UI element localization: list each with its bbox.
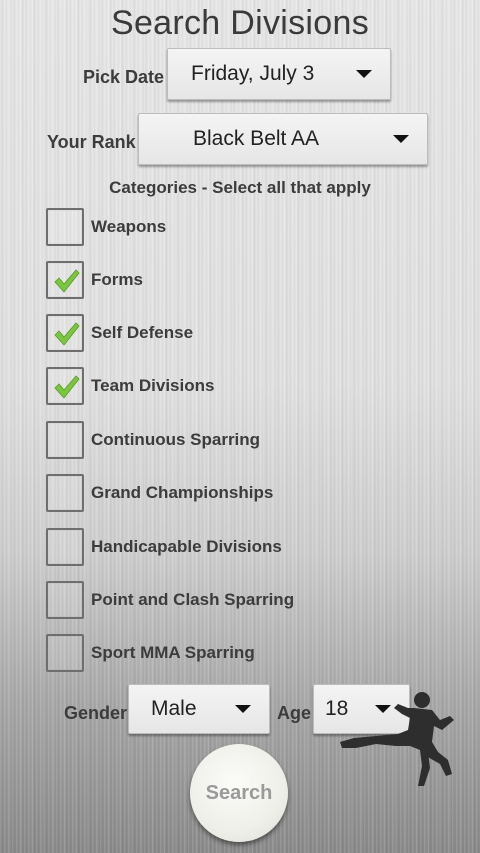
checkbox[interactable] [46,474,84,512]
category-label: Handicapable Divisions [91,537,282,556]
categories-header: Categories - Select all that apply [109,178,371,197]
checkbox[interactable] [46,261,84,299]
age-label: Age [277,703,312,723]
rank-value: Black Belt AA [193,127,320,150]
category-row-team-divisions[interactable]: Team Divisions [46,366,214,406]
category-label: Weapons [91,217,167,236]
gender-label: Gender [64,703,128,723]
caret-down-icon [393,135,409,143]
checkbox[interactable] [46,528,84,566]
checkbox[interactable] [46,421,84,459]
category-row-point-clash-sparring[interactable]: Point and Clash Sparring [46,580,294,620]
category-label: Continuous Sparring [91,430,261,449]
category-label: Grand Championships [91,483,274,502]
checkbox[interactable] [46,314,84,352]
category-row-forms[interactable]: Forms [46,260,143,300]
category-label: Team Divisions [91,376,215,395]
checkbox[interactable] [46,208,84,246]
checkmark-icon [54,375,80,399]
category-row-handicapable-divisions[interactable]: Handicapable Divisions [46,527,282,567]
pick-date-label: Pick Date [83,67,165,87]
caret-down-icon [235,705,251,713]
category-label: Point and Clash Sparring [91,590,295,609]
caret-down-icon [356,70,372,78]
category-row-weapons[interactable]: Weapons [46,207,166,247]
page-title: Search Divisions [110,4,369,42]
category-row-grand-championships[interactable]: Grand Championships [46,473,273,513]
rank-label: Your Rank [47,132,136,152]
search-button[interactable]: Search [190,744,288,842]
date-dropdown[interactable]: Friday, July 3 [167,48,391,100]
category-row-sport-mma-sparring[interactable]: Sport MMA Sparring [46,633,255,673]
checkbox[interactable] [46,581,84,619]
category-label: Self Defense [91,323,194,342]
date-value: Friday, July 3 [191,62,315,85]
checkbox[interactable] [46,634,84,672]
checkbox[interactable] [46,367,84,405]
category-label: Sport MMA Sparring [91,643,255,662]
category-row-self-defense[interactable]: Self Defense [46,313,193,353]
gender-value: Male [151,697,197,720]
category-row-continuous-sparring[interactable]: Continuous Sparring [46,420,260,460]
checkmark-icon [54,269,80,293]
checkmark-icon [54,322,80,346]
rank-dropdown[interactable]: Black Belt AA [138,113,428,165]
category-label: Forms [91,270,143,289]
karate-silhouette-icon [340,692,454,786]
gender-dropdown[interactable]: Male [128,684,270,734]
